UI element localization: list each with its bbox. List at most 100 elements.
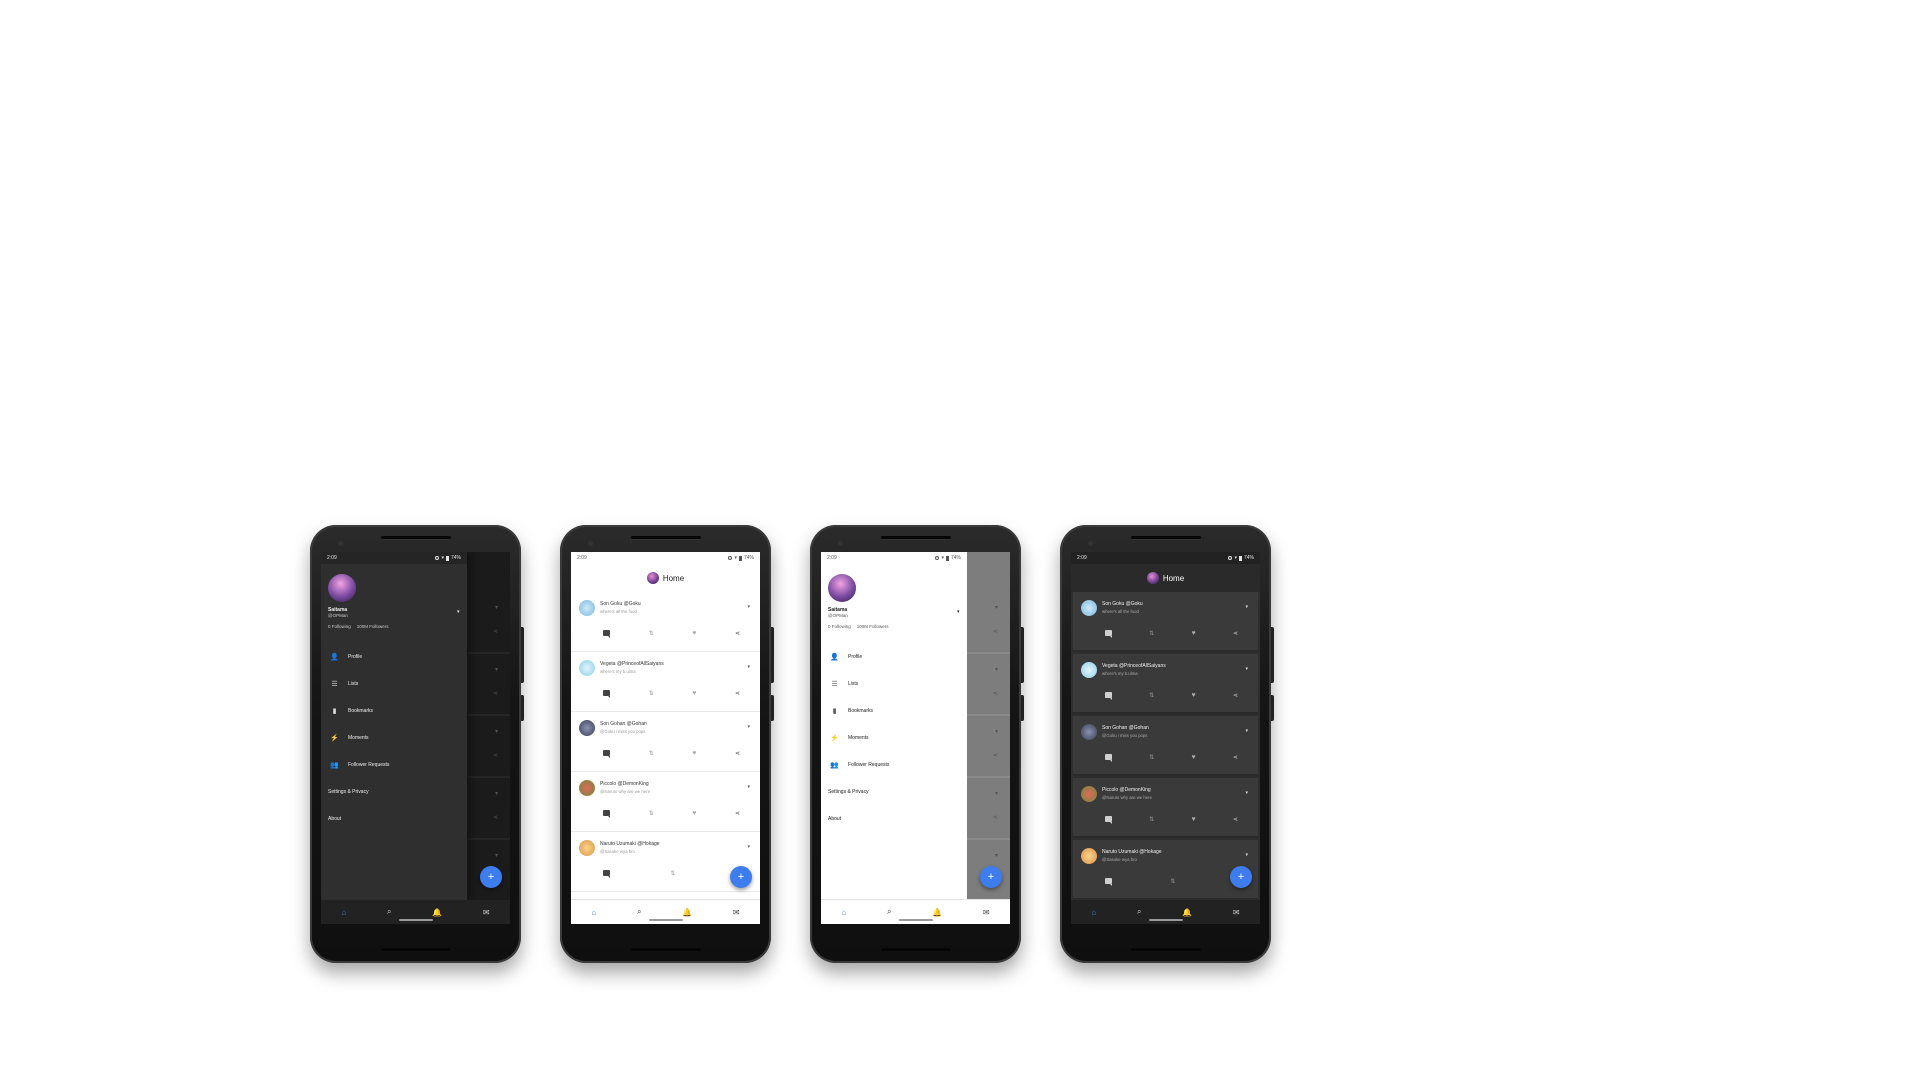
following-count[interactable]: 0 Following (828, 624, 851, 629)
bell-icon[interactable]: 🔔 (432, 908, 442, 917)
compose-fab[interactable]: + (730, 866, 752, 888)
compose-fab[interactable]: + (1230, 866, 1252, 888)
compose-fab[interactable]: + (980, 866, 1002, 888)
comment-icon[interactable] (603, 810, 610, 818)
bell-icon[interactable]: 🔔 (1182, 908, 1192, 917)
share-icon[interactable]: ⋖ (1233, 816, 1238, 823)
tweet-card[interactable]: Son Goku @Goku where's all the food ▾ ⇅ ♥… (571, 592, 760, 652)
profile-avatar[interactable] (828, 574, 856, 602)
chevron-down-icon[interactable]: ▾ (747, 664, 750, 670)
share-icon[interactable]: ⋖ (735, 810, 740, 817)
menu-item-profile[interactable]: 👤 Profile (821, 643, 967, 670)
chevron-down-icon[interactable]: ▾ (747, 844, 750, 850)
menu-item-about[interactable]: About (321, 805, 467, 832)
tweet-card[interactable]: Piccolo @DemonKing @Naruto why are we he… (1073, 778, 1258, 838)
home-icon[interactable]: ⌂ (1091, 908, 1096, 917)
comment-icon[interactable] (603, 690, 610, 698)
menu-item-bookmarks[interactable]: ▮ Bookmarks (821, 697, 967, 724)
comment-icon[interactable] (1105, 630, 1112, 638)
retweet-icon[interactable]: ⇅ (670, 870, 675, 877)
tweet-avatar[interactable] (1081, 786, 1097, 802)
retweet-icon[interactable]: ⇅ (1149, 692, 1154, 699)
retweet-icon[interactable]: ⇅ (649, 630, 654, 637)
menu-item-about[interactable]: About (821, 805, 967, 832)
menu-item-bookmarks[interactable]: ▮ Bookmarks (321, 697, 467, 724)
chevron-down-icon[interactable]: ▾ (747, 604, 750, 610)
chevron-down-icon[interactable]: ▾ (1245, 604, 1248, 610)
search-icon[interactable]: ⌕ (387, 907, 391, 917)
bell-icon[interactable]: 🔔 (682, 908, 692, 917)
home-icon[interactable]: ⌂ (841, 908, 846, 917)
tweet-card[interactable]: Son Goku @Goku where's all the food ▾ ⇅ ♥… (1073, 592, 1258, 652)
menu-item-lists[interactable]: ☰ Lists (321, 670, 467, 697)
tweet-card[interactable]: Vegeta @PrinceofAllSaiyans where's my b.… (571, 652, 760, 712)
retweet-icon[interactable]: ⇅ (649, 810, 654, 817)
tweet-card[interactable]: Son Gohan @Gohan @Goku i miss you pops ▾… (1073, 716, 1258, 776)
tweet-avatar[interactable] (579, 600, 595, 616)
heart-icon[interactable]: ♥ (692, 690, 696, 697)
mail-icon[interactable]: ✉ (983, 908, 990, 917)
retweet-icon[interactable]: ⇅ (649, 690, 654, 697)
profile-avatar[interactable] (1146, 572, 1159, 584)
comment-icon[interactable] (603, 870, 610, 878)
search-icon[interactable]: ⌕ (1137, 907, 1141, 917)
profile-avatar[interactable] (646, 572, 659, 584)
tweet-avatar[interactable] (1081, 848, 1097, 864)
tweet-avatar[interactable] (1081, 600, 1097, 616)
feed-scrim[interactable]: ▾ ⋖ ▾ ⋖ ▾ ⋖ ▾ ⋖ ▾ (967, 552, 1010, 902)
following-count[interactable]: 0 Following (328, 624, 351, 629)
retweet-icon[interactable]: ⇅ (1149, 754, 1154, 761)
bell-icon[interactable]: 🔔 (932, 908, 942, 917)
heart-icon[interactable]: ♥ (692, 630, 696, 637)
menu-item-follower-requests[interactable]: 👥 Follower Requests (321, 751, 467, 778)
share-icon[interactable]: ⋖ (1233, 754, 1238, 761)
tweet-card[interactable]: Naruto Uzumaki @Hokage @Sasuke wya bro ▾… (1073, 840, 1258, 900)
tweet-avatar[interactable] (579, 840, 595, 856)
comment-icon[interactable] (1105, 878, 1112, 886)
followers-count[interactable]: 100M Followers (857, 624, 889, 629)
chevron-down-icon[interactable]: ▾ (1245, 728, 1248, 734)
tweet-card[interactable]: Vegeta @PrinceofAllSaiyans where's my b.… (1073, 654, 1258, 714)
comment-icon[interactable] (603, 750, 610, 758)
tweet-avatar[interactable] (579, 720, 595, 736)
search-icon[interactable]: ⌕ (887, 907, 891, 917)
feed-scrim[interactable]: ▾ ⋖ ▾ ⋖ ▾ ⋖ ▾ ⋖ ▾ (467, 552, 510, 902)
menu-item-moments[interactable]: ⚡ Moments (321, 724, 467, 751)
account-switch-caret-icon[interactable]: ▾ (457, 609, 460, 615)
menu-item-follower-requests[interactable]: 👥 Follower Requests (821, 751, 967, 778)
menu-item-settings[interactable]: Settings & Privacy (321, 778, 467, 805)
share-icon[interactable]: ⋖ (735, 690, 740, 697)
heart-icon[interactable]: ♥ (1192, 692, 1196, 699)
chevron-down-icon[interactable]: ▾ (747, 784, 750, 790)
account-switch-caret-icon[interactable]: ▾ (957, 609, 960, 615)
heart-icon[interactable]: ♥ (692, 750, 696, 757)
chevron-down-icon[interactable]: ▾ (1245, 852, 1248, 858)
comment-icon[interactable] (1105, 754, 1112, 762)
tweet-avatar[interactable] (579, 780, 595, 796)
chevron-down-icon[interactable]: ▾ (1245, 790, 1248, 796)
menu-item-lists[interactable]: ☰ Lists (821, 670, 967, 697)
compose-fab[interactable]: + (480, 866, 502, 888)
share-icon[interactable]: ⋖ (1233, 630, 1238, 637)
chevron-down-icon[interactable]: ▾ (1245, 666, 1248, 672)
search-icon[interactable]: ⌕ (637, 907, 641, 917)
share-icon[interactable]: ⋖ (1233, 692, 1238, 699)
tweet-card[interactable]: Son Gohan @Gohan @Goku i miss you pops ▾… (571, 712, 760, 772)
tweet-avatar[interactable] (1081, 724, 1097, 740)
home-icon[interactable]: ⌂ (591, 908, 596, 917)
comment-icon[interactable] (1105, 816, 1112, 824)
retweet-icon[interactable]: ⇅ (649, 750, 654, 757)
chevron-down-icon[interactable]: ▾ (747, 724, 750, 730)
menu-item-moments[interactable]: ⚡ Moments (821, 724, 967, 751)
comment-icon[interactable] (1105, 692, 1112, 700)
retweet-icon[interactable]: ⇅ (1149, 816, 1154, 823)
menu-item-profile[interactable]: 👤 Profile (321, 643, 467, 670)
retweet-icon[interactable]: ⇅ (1170, 878, 1175, 885)
tweet-avatar[interactable] (579, 660, 595, 676)
share-icon[interactable]: ⋖ (735, 630, 740, 637)
profile-avatar[interactable] (328, 574, 356, 602)
comment-icon[interactable] (603, 630, 610, 638)
mail-icon[interactable]: ✉ (1233, 908, 1240, 917)
mail-icon[interactable]: ✉ (483, 908, 490, 917)
mail-icon[interactable]: ✉ (733, 908, 740, 917)
